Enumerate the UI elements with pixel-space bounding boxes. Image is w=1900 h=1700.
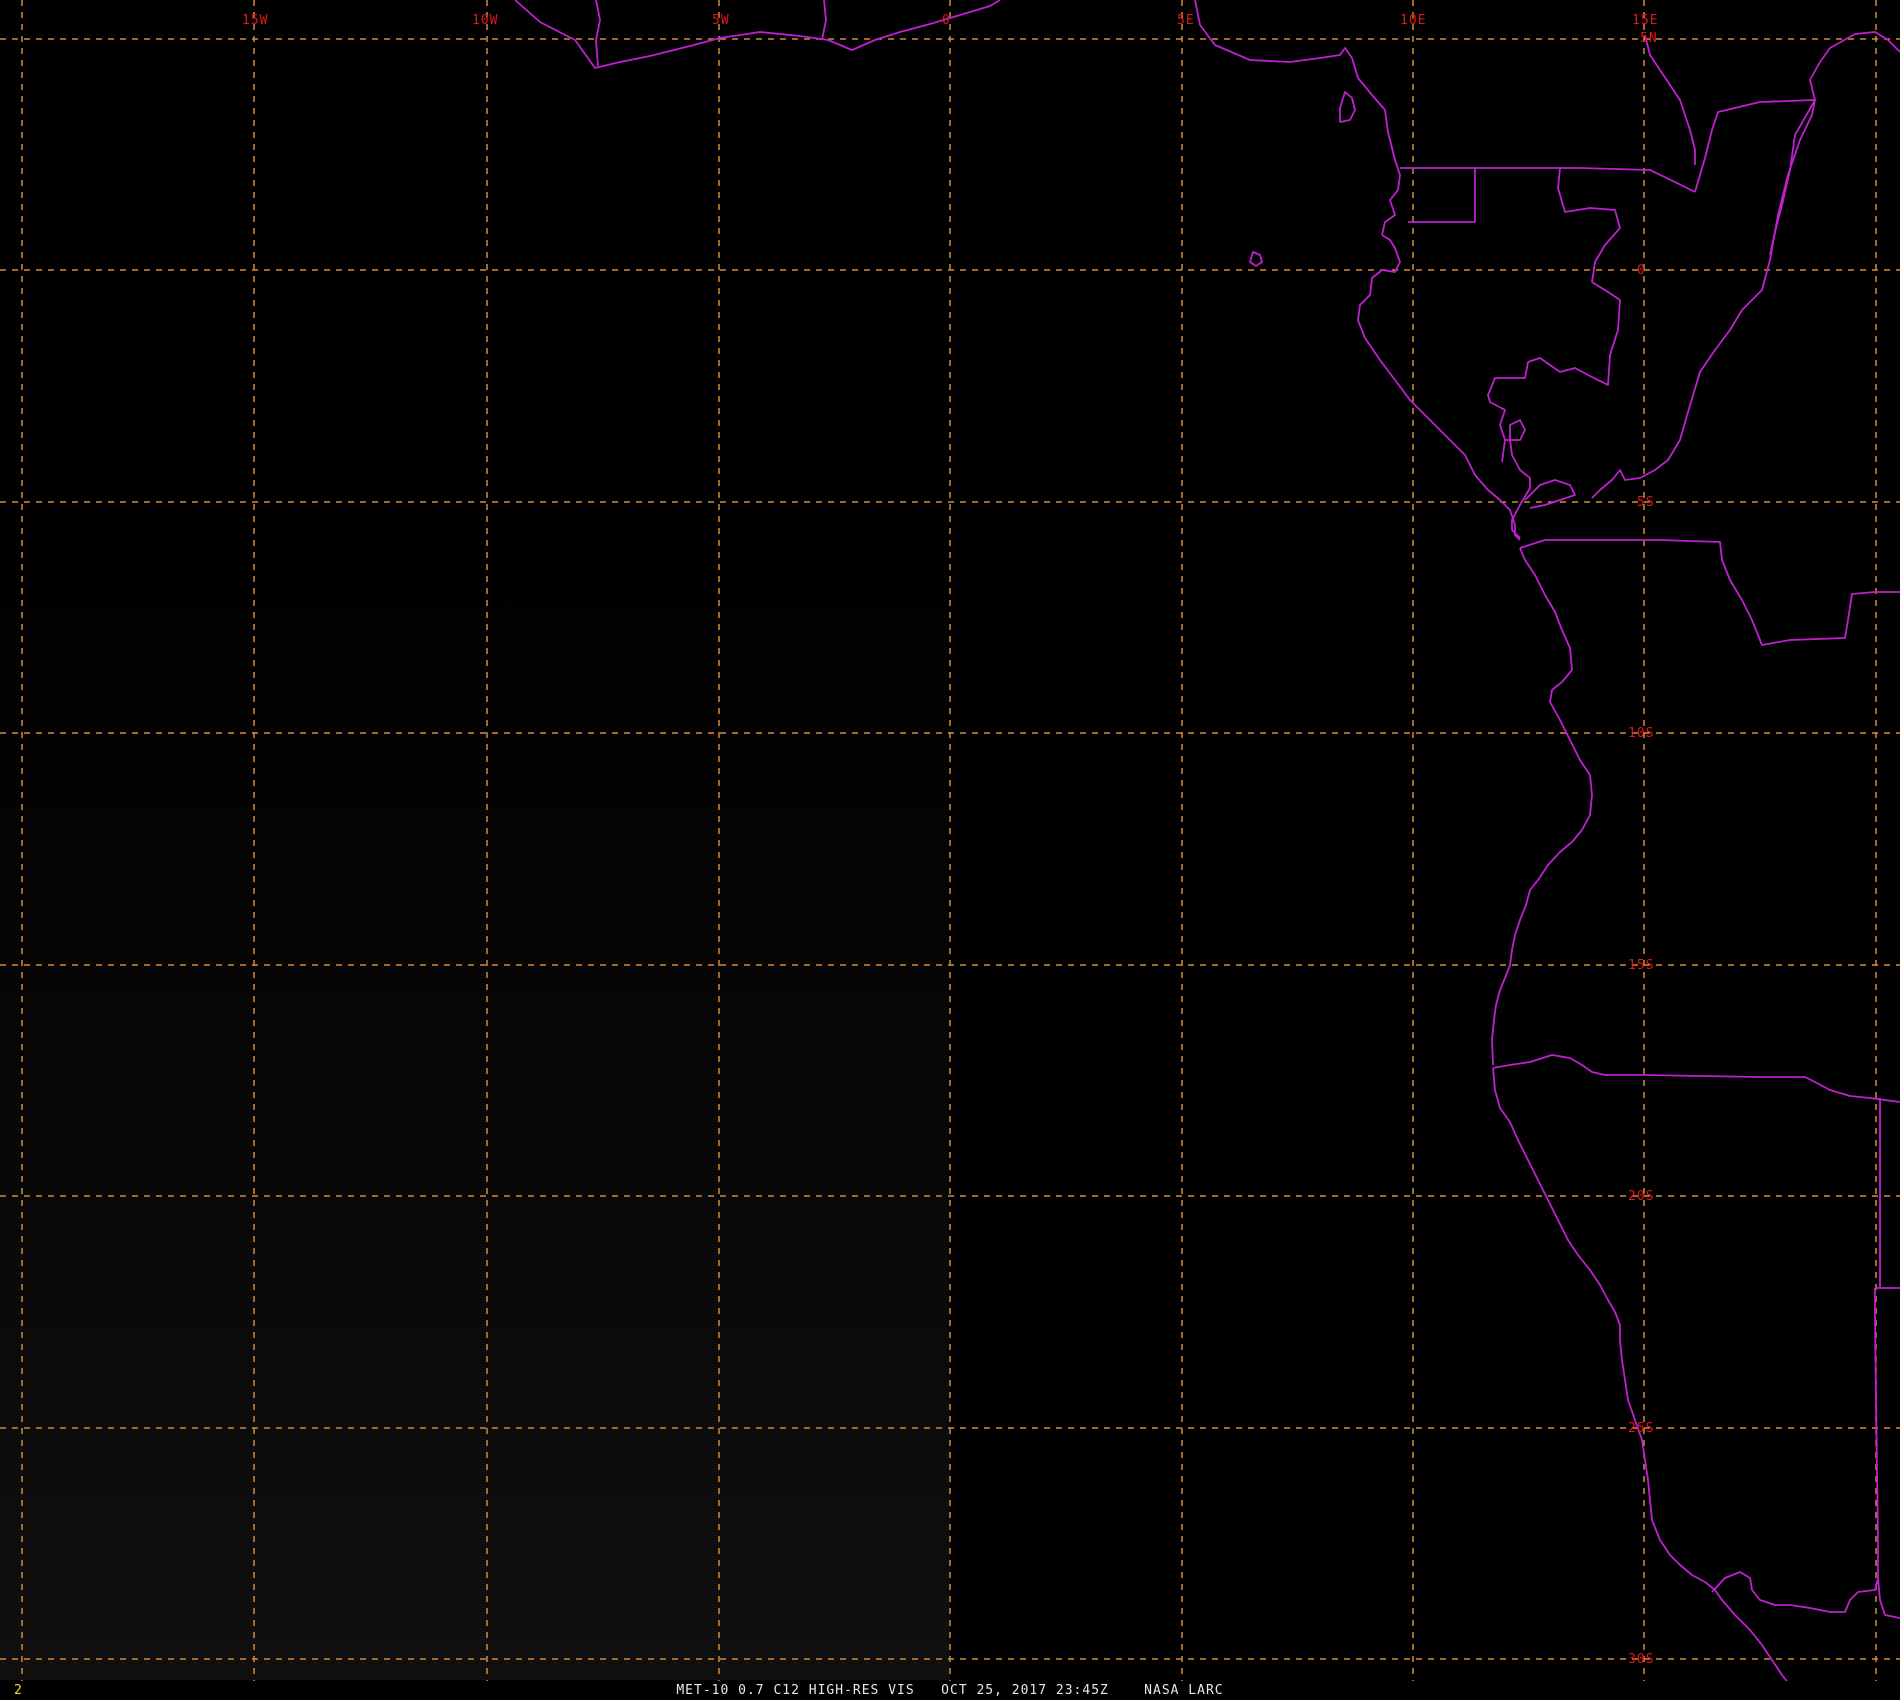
sao-tome-island [1249,251,1263,267]
namibia-coastline [1492,1067,1791,1686]
lat-label-25s: 25S [1628,1421,1654,1436]
image-caption: MET-10 0.7 C12 HIGH-RES VIS OCT 25, 2017… [676,1683,1224,1698]
satellite-map-view: 15W 10W 5W 0 5E 10E 15E 5N 0 5S 10S 15S … [0,0,1900,1700]
lat-label-15s: 15S [1628,958,1654,973]
faint-visible-region [0,480,950,1680]
lon-label-15e: 15E [1632,13,1658,28]
eq-guinea-border [1400,167,1476,223]
lat-label-0: 0 [1637,263,1646,278]
lat-label-30s: 30S [1628,1652,1654,1667]
lat-label-5n: 5N [1640,31,1658,46]
cameroon-south-border [1475,167,1696,193]
lon-label-5e: 5E [1177,13,1195,28]
latitude-labels: 5N 0 5S 10S 15S 20S 25S 30S [1628,31,1658,1667]
lat-label-20s: 20S [1628,1189,1654,1204]
ivory-coast-stub [821,0,827,41]
lon-label-0: 0 [942,13,951,28]
map-canvas: 15W 10W 5W 0 5E 10E 15E 5N 0 5S 10S 15S … [0,0,1900,1686]
lat-label-5s: 5S [1637,495,1655,510]
north-east-border [1809,31,1900,101]
gabon-border [1487,167,1621,463]
cabinda [1505,419,1531,539]
lon-label-5w: 5W [712,13,730,28]
gulf-of-guinea-coastline [1194,0,1401,236]
longitude-labels: 15W 10W 5W 0 5E 10E 15E [242,13,1658,28]
namibia-east-border [1874,1288,1900,1619]
lon-label-15w: 15W [242,13,268,28]
angola-namibia-border [1492,1054,1900,1103]
cabinda-north [1524,479,1576,509]
angola-coastline [1491,547,1593,1066]
drc-angola-border [1519,539,1900,646]
orange-river-border [1711,1571,1879,1613]
congo-border [1591,99,1816,499]
ghana-togo-border-stub [595,0,601,67]
bioko-island [1339,91,1356,123]
cameroon-coastline [1357,234,1521,541]
lon-label-10w: 10W [472,13,498,28]
lat-label-10s: 10S [1628,726,1654,741]
car-border [1644,34,1696,165]
lon-label-10e: 10E [1400,13,1426,28]
west-africa-coastline [514,0,1001,69]
